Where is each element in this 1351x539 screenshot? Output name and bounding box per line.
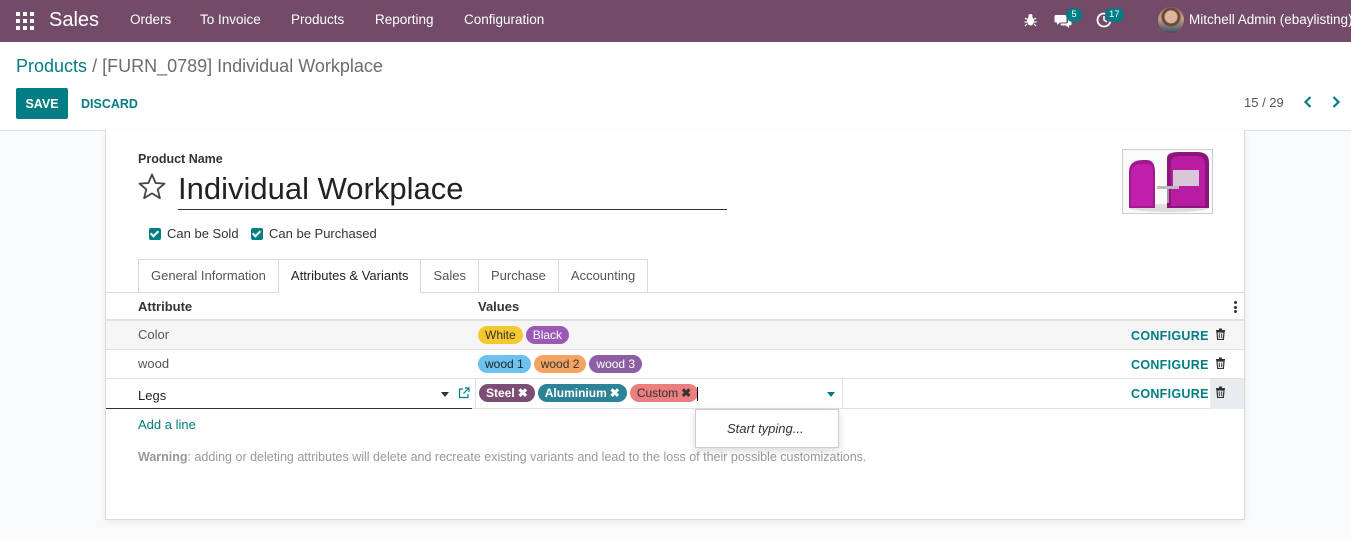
start-typing-hint: Start typing...: [727, 421, 804, 436]
trash-icon[interactable]: [1215, 386, 1226, 398]
menu-reporting[interactable]: Reporting: [375, 12, 434, 27]
delete-row-cell[interactable]: [1210, 379, 1244, 409]
menu-orders[interactable]: Orders: [130, 12, 171, 27]
tab-purchase[interactable]: Purchase: [478, 259, 559, 293]
value-tag: wood 2: [533, 355, 587, 373]
value-tag: wood 1: [478, 355, 531, 373]
value-tag-label: Custom: [636, 386, 679, 400]
configure-button[interactable]: CONFIGURE: [1131, 358, 1209, 372]
table-row[interactable]: Color White Black CONFIGURE: [106, 321, 1244, 350]
can-be-sold-label: Can be Sold: [167, 226, 239, 241]
can-be-purchased-checkbox-row[interactable]: Can be Purchased: [251, 226, 377, 241]
value-tag: wood 3: [589, 355, 643, 373]
configure-button[interactable]: CONFIGURE: [1131, 329, 1209, 343]
breadcrumb-products-link[interactable]: Products: [16, 56, 87, 76]
breadcrumb-current: [FURN_0789] Individual Workplace: [102, 56, 383, 76]
product-name-label: Product Name: [138, 152, 223, 166]
activities-count-badge: 17: [1105, 8, 1124, 22]
add-a-line-link[interactable]: Add a line: [138, 417, 196, 432]
menu-products[interactable]: Products: [291, 12, 344, 27]
trash-icon[interactable]: [1215, 357, 1226, 369]
user-menu[interactable]: Mitchell Admin (ebaylisting): [1189, 12, 1351, 27]
attribute-cell[interactable]: Color: [138, 327, 169, 342]
attribute-select-value[interactable]: Legs: [138, 388, 166, 403]
save-button[interactable]: SAVE: [16, 88, 68, 119]
external-link-icon[interactable]: [458, 387, 470, 399]
can-be-purchased-label: Can be Purchased: [269, 226, 377, 241]
messages-count-badge: 5: [1066, 8, 1082, 22]
pager-value[interactable]: 15 / 29: [1244, 95, 1284, 110]
breadcrumb-separator: /: [92, 56, 98, 76]
value-tag-label: Aluminium: [544, 386, 607, 400]
configure-button[interactable]: CONFIGURE: [1131, 387, 1209, 401]
form-sheet: Product Name Individual Workplace Can be…: [105, 130, 1245, 520]
tab-attributes-variants[interactable]: Attributes & Variants: [278, 259, 422, 293]
variants-warning: Warning: adding or deleting attributes w…: [138, 450, 866, 464]
menu-to-invoice[interactable]: To Invoice: [200, 12, 261, 27]
table-header: Attribute Values: [106, 293, 1244, 321]
column-header-values[interactable]: Values: [478, 299, 519, 314]
value-tag: Steel ✖: [479, 384, 535, 402]
control-panel: Products / [FURN_0789] Individual Workpl…: [0, 42, 1351, 131]
tab-accounting[interactable]: Accounting: [558, 259, 649, 293]
value-tag: Aluminium ✖: [537, 384, 627, 402]
optional-columns-kebab-icon[interactable]: [1234, 301, 1238, 313]
top-navbar: Sales Orders To Invoice Products Reporti…: [0, 0, 1351, 42]
favorite-star-icon[interactable]: [137, 172, 167, 202]
values-cell[interactable]: White Black: [478, 326, 572, 344]
autocomplete-dropdown: Start typing...: [695, 409, 839, 448]
warning-text: : adding or deleting attributes will del…: [187, 450, 867, 464]
value-tag: Black: [525, 326, 570, 344]
breadcrumb: Products / [FURN_0789] Individual Workpl…: [16, 56, 383, 77]
value-tag: Custom ✖: [629, 384, 699, 402]
trash-icon[interactable]: [1215, 328, 1226, 340]
attribute-cell[interactable]: wood: [138, 356, 169, 371]
user-avatar[interactable]: [1158, 7, 1184, 33]
chevron-left-icon[interactable]: [1300, 94, 1316, 110]
text-cursor: [697, 387, 698, 401]
table-row-editing[interactable]: Legs Steel ✖ Aluminium ✖ Custom ✖ CONFIGURE: [106, 379, 1244, 409]
apps-menu-icon[interactable]: [16, 12, 34, 30]
chevron-down-icon[interactable]: [827, 392, 835, 397]
can-be-sold-checkbox[interactable]: [149, 227, 161, 240]
value-tag-label: Steel: [486, 386, 515, 400]
remove-tag-icon[interactable]: ✖: [681, 386, 691, 400]
values-cell[interactable]: wood 1 wood 2 wood 3: [478, 355, 645, 373]
product-name-input[interactable]: Individual Workplace: [178, 168, 727, 210]
tab-sales[interactable]: Sales: [421, 259, 479, 293]
product-image[interactable]: [1122, 149, 1213, 214]
warning-label: Warning: [138, 450, 188, 464]
chevron-right-icon[interactable]: [1328, 94, 1344, 110]
app-brand[interactable]: Sales: [49, 9, 99, 32]
attributes-table: Attribute Values Color White Black CONFI…: [106, 293, 1244, 409]
chevron-down-icon[interactable]: [441, 392, 449, 397]
menu-configuration[interactable]: Configuration: [464, 12, 544, 27]
remove-tag-icon[interactable]: ✖: [610, 386, 620, 400]
column-header-attribute[interactable]: Attribute: [138, 299, 192, 314]
values-tags: Steel ✖ Aluminium ✖ Custom ✖: [479, 384, 701, 402]
value-tag: White: [478, 326, 523, 344]
discard-button[interactable]: DISCARD: [78, 88, 141, 119]
can-be-sold-checkbox-row[interactable]: Can be Sold: [149, 226, 239, 241]
form-tabs: General Information Attributes & Variant…: [138, 259, 649, 293]
table-row[interactable]: wood wood 1 wood 2 wood 3 CONFIGURE: [106, 350, 1244, 379]
values-many2many-input[interactable]: Steel ✖ Aluminium ✖ Custom ✖: [475, 379, 843, 409]
remove-tag-icon[interactable]: ✖: [518, 386, 528, 400]
bug-icon[interactable]: [1024, 13, 1037, 27]
attribute-select[interactable]: Legs: [106, 379, 472, 409]
tab-general-information[interactable]: General Information: [138, 259, 279, 293]
can-be-purchased-checkbox[interactable]: [251, 227, 263, 240]
